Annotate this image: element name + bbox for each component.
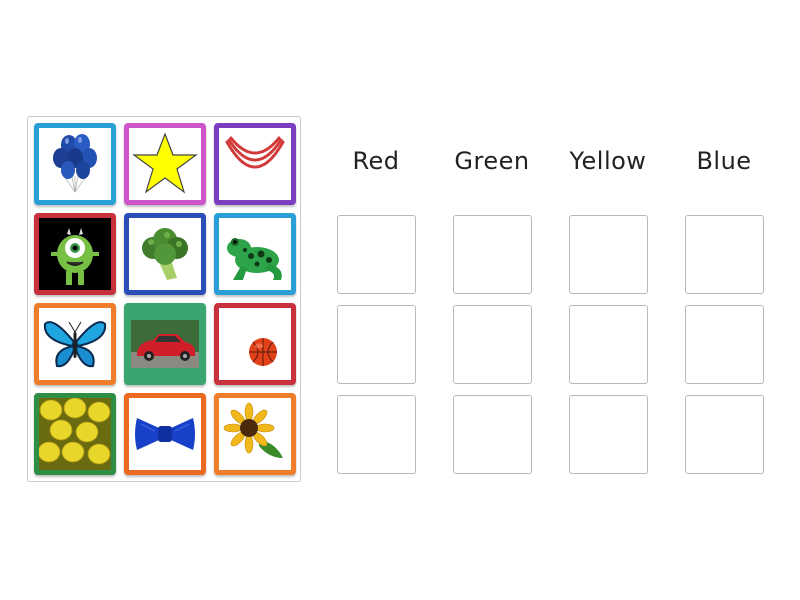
tile-frog[interactable] (214, 213, 296, 295)
column-header-green: Green (454, 147, 530, 175)
drop-slot-blue-2[interactable] (685, 305, 764, 384)
drop-slot-red-3[interactable] (337, 395, 416, 474)
tile-star[interactable] (124, 123, 206, 205)
column-header-red: Red (352, 147, 400, 175)
tile-basketball[interactable] (214, 303, 296, 385)
tile-car[interactable] (124, 303, 206, 385)
broccoli-icon (142, 228, 188, 280)
drop-slot-green-2[interactable] (453, 305, 532, 384)
drop-slot-red-2[interactable] (337, 305, 416, 384)
butterfly-icon (43, 321, 107, 368)
drop-slot-blue-3[interactable] (685, 395, 764, 474)
drop-slot-yellow-2[interactable] (569, 305, 648, 384)
column-header-blue: Blue (696, 147, 752, 175)
drop-slot-yellow-1[interactable] (569, 215, 648, 294)
tile-lemons[interactable] (34, 393, 116, 475)
sunflower-icon (223, 402, 283, 458)
tile-broccoli[interactable] (124, 213, 206, 295)
column-header-yellow: Yellow (569, 147, 647, 175)
tile-tray (27, 116, 301, 482)
drop-slot-yellow-3[interactable] (569, 395, 648, 474)
tile-necklace[interactable] (214, 123, 296, 205)
tile-butterfly[interactable] (34, 303, 116, 385)
basketball-icon (249, 338, 277, 366)
tile-balloons[interactable] (34, 123, 116, 205)
car-icon (129, 308, 201, 380)
star-icon (132, 132, 198, 194)
lemons-icon (39, 398, 111, 470)
drop-slot-blue-1[interactable] (685, 215, 764, 294)
frog-icon (227, 238, 282, 280)
tile-sunflower[interactable] (214, 393, 296, 475)
monster-icon (39, 218, 111, 290)
bow-tie-icon (135, 418, 195, 450)
drop-slot-green-3[interactable] (453, 395, 532, 474)
drop-slot-red-1[interactable] (337, 215, 416, 294)
tile-bow-tie[interactable] (124, 393, 206, 475)
drop-slot-green-1[interactable] (453, 215, 532, 294)
balloons-icon (53, 134, 97, 193)
tile-monster[interactable] (34, 213, 116, 295)
necklace-icon (225, 136, 285, 169)
